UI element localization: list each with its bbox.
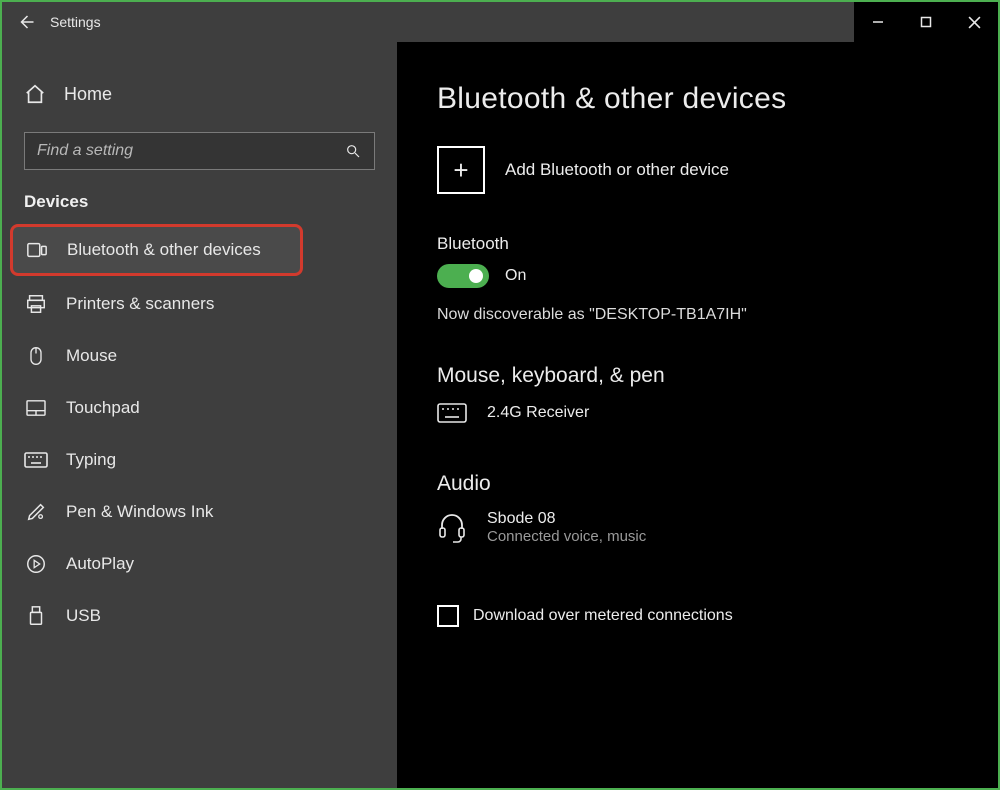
touchpad-icon: [24, 396, 48, 420]
usb-icon: [24, 604, 48, 628]
sidebar-item-label: Pen & Windows Ink: [66, 502, 213, 522]
sidebar-item-touchpad[interactable]: Touchpad: [2, 382, 397, 434]
arrow-left-icon: [17, 13, 35, 31]
bluetooth-toggle-row: On: [437, 264, 958, 288]
maximize-icon: [920, 16, 932, 28]
sidebar-item-label: Typing: [66, 450, 116, 470]
sidebar-item-autoplay[interactable]: AutoPlay: [2, 538, 397, 590]
back-button[interactable]: [16, 12, 36, 32]
pen-icon: [24, 500, 48, 524]
sidebar-item-usb[interactable]: USB: [2, 590, 397, 642]
bluetooth-label: Bluetooth: [437, 234, 958, 254]
toggle-knob: [469, 269, 483, 283]
maximize-button[interactable]: [902, 2, 950, 42]
bluetooth-toggle[interactable]: [437, 264, 489, 288]
sidebar-item-label: Mouse: [66, 346, 117, 366]
add-device-button[interactable]: +: [437, 146, 485, 194]
metered-checkbox[interactable]: [437, 605, 459, 627]
home-label: Home: [64, 84, 112, 105]
sidebar-item-label: Touchpad: [66, 398, 140, 418]
settings-window: Settings Home: [0, 0, 1000, 790]
device-name: Sbode 08: [487, 510, 646, 528]
close-button[interactable]: [950, 2, 998, 42]
titlebar: Settings: [2, 2, 998, 42]
add-device-label: Add Bluetooth or other device: [505, 160, 729, 180]
headset-icon: [437, 513, 467, 543]
sidebar-item-label: Bluetooth & other devices: [67, 240, 261, 260]
discoverable-text: Now discoverable as "DESKTOP-TB1A7IH": [437, 306, 958, 324]
home-icon: [24, 83, 46, 105]
window-body: Home Devices Bluetooth & other devices: [2, 42, 998, 788]
devices-icon: [25, 238, 49, 262]
close-icon: [968, 16, 981, 29]
page-title: Bluetooth & other devices: [437, 82, 958, 116]
metered-label: Download over metered connections: [473, 607, 733, 625]
section-heading-mkp: Mouse, keyboard, & pen: [437, 364, 958, 388]
autoplay-icon: [24, 552, 48, 576]
keyboard-icon: [24, 448, 48, 472]
sidebar-item-pen[interactable]: Pen & Windows Ink: [2, 486, 397, 538]
sidebar-nav: Bluetooth & other devices Printers & sca…: [2, 222, 397, 642]
search-input[interactable]: [37, 142, 344, 160]
toggle-state-label: On: [505, 267, 526, 285]
minimize-icon: [872, 16, 884, 28]
mouse-icon: [24, 344, 48, 368]
sidebar-section-label: Devices: [2, 170, 397, 222]
device-name: 2.4G Receiver: [487, 404, 589, 422]
sidebar-item-bluetooth[interactable]: Bluetooth & other devices: [10, 224, 303, 276]
home-nav[interactable]: Home: [2, 76, 397, 112]
window-title: Settings: [50, 14, 101, 30]
plus-icon: +: [453, 157, 468, 183]
sidebar-item-label: AutoPlay: [66, 554, 134, 574]
sidebar-item-typing[interactable]: Typing: [2, 434, 397, 486]
main-content: Bluetooth & other devices + Add Bluetoot…: [397, 42, 998, 788]
keyboard-device-icon: [437, 402, 467, 424]
minimize-button[interactable]: [854, 2, 902, 42]
device-row-receiver[interactable]: 2.4G Receiver: [437, 402, 958, 424]
sidebar-item-mouse[interactable]: Mouse: [2, 330, 397, 382]
device-status: Connected voice, music: [487, 528, 646, 545]
printer-icon: [24, 292, 48, 316]
search-icon: [344, 142, 362, 160]
search-box[interactable]: [24, 132, 375, 170]
sidebar-item-label: USB: [66, 606, 101, 626]
device-row-audio[interactable]: Sbode 08 Connected voice, music: [437, 510, 958, 545]
window-controls: [854, 2, 998, 42]
sidebar-item-label: Printers & scanners: [66, 294, 214, 314]
sidebar: Home Devices Bluetooth & other devices: [2, 42, 397, 788]
metered-checkbox-row[interactable]: Download over metered connections: [437, 605, 958, 627]
sidebar-item-printers[interactable]: Printers & scanners: [2, 278, 397, 330]
section-heading-audio: Audio: [437, 472, 958, 496]
add-device-row[interactable]: + Add Bluetooth or other device: [437, 146, 958, 194]
